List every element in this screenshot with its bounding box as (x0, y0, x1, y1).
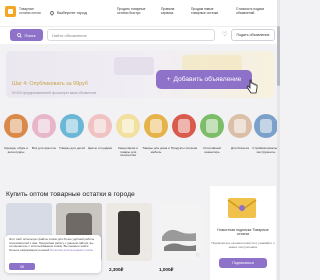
cookie-text: Этот сайт использует файлы cookie для бо… (9, 237, 97, 252)
category-beauty[interactable]: Всё для красоты (30, 114, 58, 151)
logo-icon (5, 6, 16, 17)
category-label: Стройматериалы и инструменты (252, 146, 280, 154)
category-home[interactable]: Товары для дома и мебель (142, 114, 170, 154)
category-food[interactable]: Продукты питания (170, 114, 198, 151)
flowers-icon (88, 114, 112, 138)
favorite-heart-icon[interactable]: ♡ (146, 254, 150, 259)
add-listing-button[interactable]: + Добавить объявление (156, 70, 252, 89)
nav-link-rules[interactable]: Правила сервиса (161, 7, 183, 15)
top-header: Товарные остатки оптом Выберите город Пр… (0, 0, 280, 26)
search-button[interactable]: Поиск (10, 29, 43, 41)
listing-price: 1,000₽ (159, 267, 174, 272)
category-label: Цветы и подарки (87, 146, 113, 150)
category-label: Для бизнеса (230, 146, 250, 150)
subscribe-button[interactable]: Подписаться (219, 258, 267, 268)
nav-link-sell[interactable]: Продать товарные остатки быстро (117, 7, 155, 15)
scrollbar-thumb[interactable] (277, 26, 280, 86)
nav-link-new-stock[interactable]: Продам новые товарные остатки (191, 7, 229, 15)
listing-card[interactable]: ♡ (156, 203, 202, 261)
sport-icon (200, 114, 224, 138)
category-label: Всё для красоты (31, 146, 56, 150)
tools-icon (254, 114, 278, 138)
food-icon (172, 114, 196, 138)
category-list: Одежда, обувь и аксессуары Всё для красо… (0, 114, 280, 174)
mail-envelope-icon (227, 198, 257, 218)
banner-subtitle: 50 000 предпринимателей просмотрят ваше … (12, 91, 97, 95)
category-label: Канцелярия и товары для творчества (118, 146, 138, 158)
category-business[interactable]: Для бизнеса (226, 114, 254, 151)
site-logo[interactable]: Товарные остатки оптом (5, 6, 45, 17)
plus-icon: + (166, 76, 171, 83)
banner-title: Шаг 4: Опубликовать за 99руб (12, 81, 88, 87)
beauty-icon (32, 114, 56, 138)
section-title: Купить оптом товарные остатки в городе (6, 191, 135, 198)
search-button-label: Поиск (24, 32, 36, 38)
category-stationery[interactable]: Канцелярия и товары для творчества (114, 114, 142, 158)
pointer-hand-icon (246, 79, 258, 94)
category-label: Одежда, обувь и аксессуары (4, 146, 28, 154)
subscribe-title: Новостная подписка Товарные остатки (217, 228, 269, 237)
subscribe-text: Подпишитесь на наши новости и узнавайте … (211, 241, 275, 249)
category-clothing[interactable]: Одежда, обувь и аксессуары (2, 114, 30, 154)
logo-text: Товарные остатки оптом (19, 6, 41, 15)
category-label: Спортивный инвентарь (203, 146, 221, 154)
cookie-notice: Этот сайт использует файлы cookie для бо… (5, 235, 101, 273)
add-listing-label: Добавить объявление (173, 76, 242, 83)
page-scrollbar[interactable] (277, 0, 280, 280)
search-icon (17, 32, 23, 38)
category-label: Продукты питания (170, 146, 198, 150)
search-row: Поиск Найти объявление ♡ Подать объявлен… (0, 26, 280, 44)
favorite-heart-icon[interactable]: ♡ (196, 254, 200, 259)
search-placeholder: Найти объявление (52, 32, 87, 38)
category-building[interactable]: Стройматериалы и инструменты (252, 114, 280, 154)
armchair-icon (144, 114, 168, 138)
listing-card[interactable]: ♡ (106, 203, 152, 261)
location-pin-icon (49, 9, 55, 16)
category-kids[interactable]: Товары для детей (58, 114, 86, 151)
kids-icon (60, 114, 84, 138)
post-ad-button[interactable]: Подать объявление (231, 29, 275, 41)
business-icon (228, 114, 252, 138)
search-input[interactable]: Найти объявление (47, 29, 215, 41)
listing-price: 2,300₽ (109, 267, 124, 272)
cookie-policy-link[interactable]: Политике использования cookie (50, 248, 93, 252)
clothing-icon (4, 114, 28, 138)
cookie-accept-button[interactable]: ОК (9, 263, 35, 270)
city-label: Выберите город (57, 10, 87, 15)
category-flowers[interactable]: Цветы и подарки (86, 114, 114, 151)
city-selector[interactable]: Выберите город (49, 9, 87, 16)
page: Товарные остатки оптом Выберите город Пр… (0, 0, 280, 280)
nav-link-pricing[interactable]: Стоимость подачи объявлений (236, 7, 276, 15)
category-sport[interactable]: Спортивный инвентарь (198, 114, 226, 154)
favorites-heart-icon[interactable]: ♡ (222, 32, 227, 38)
category-label: Товары для детей (59, 146, 85, 150)
stationery-icon (116, 114, 140, 138)
category-label: Товары для дома и мебель (142, 146, 170, 154)
